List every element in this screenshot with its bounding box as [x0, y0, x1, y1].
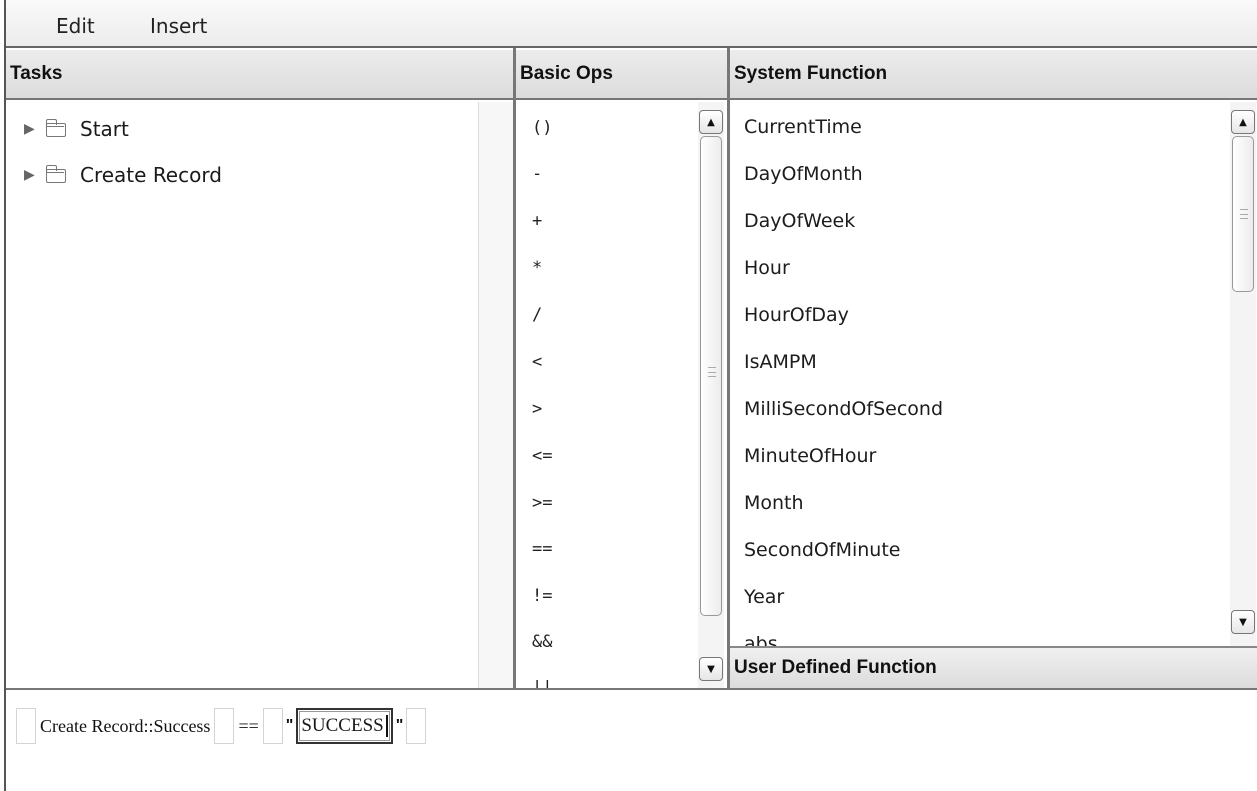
function-item[interactable]: Month — [744, 492, 804, 514]
op-item[interactable]: != — [532, 586, 552, 606]
grip-icon — [1240, 209, 1248, 219]
function-item[interactable]: Year — [744, 586, 784, 608]
op-item[interactable]: < — [532, 352, 542, 372]
grip-icon — [708, 367, 716, 377]
menu-edit[interactable]: Edit — [56, 14, 95, 38]
function-scrollbar[interactable]: ▲ ▼ — [1230, 102, 1256, 646]
scrollbar-thumb[interactable] — [700, 136, 722, 616]
user-defined-function-header[interactable]: User Defined Function — [730, 646, 1257, 688]
basic-ops-header: Basic Ops — [516, 50, 727, 100]
expression-builder-window: Edit Insert Tasks ▶ Start ▶ Create Recor… — [4, 0, 1257, 791]
function-item[interactable]: HourOfDay — [744, 304, 849, 326]
folder-icon — [45, 165, 66, 183]
tasks-scroll-track — [478, 102, 513, 688]
string-value-input[interactable]: SUCCESS — [296, 708, 393, 744]
op-item[interactable]: || — [532, 678, 552, 688]
op-item[interactable]: () — [532, 118, 552, 138]
function-item[interactable]: abs — [744, 633, 778, 646]
op-item[interactable]: <= — [532, 446, 552, 466]
system-function-list: CurrentTime DayOfMonth DayOfWeek Hour Ho… — [730, 102, 1257, 646]
tree-item-label: Create Record — [80, 163, 222, 187]
arrow-up-icon[interactable]: ▲ — [699, 110, 723, 134]
ops-scrollbar[interactable]: ▲ ▼ — [698, 102, 724, 688]
close-quote: " — [395, 717, 404, 734]
function-item[interactable]: DayOfWeek — [744, 210, 855, 232]
function-item[interactable]: MinuteOfHour — [744, 445, 876, 467]
function-item[interactable]: Hour — [744, 257, 790, 279]
op-item[interactable]: * — [532, 258, 542, 278]
tasks-tree: ▶ Start ▶ Create Record — [6, 102, 513, 688]
op-item[interactable]: && — [532, 632, 552, 652]
expression-operator-token[interactable]: == — [234, 708, 262, 744]
open-quote: " — [285, 717, 294, 734]
triangle-right-icon[interactable]: ▶ — [24, 121, 46, 137]
op-item[interactable]: > — [532, 399, 542, 419]
string-value-text: SUCCESS — [301, 715, 384, 736]
op-item[interactable]: == — [532, 539, 552, 559]
system-function-header: System Function — [730, 50, 1257, 100]
insert-slot[interactable] — [214, 708, 235, 744]
function-item[interactable]: CurrentTime — [744, 116, 862, 138]
op-item[interactable]: / — [532, 305, 542, 325]
function-item[interactable]: DayOfMonth — [744, 163, 863, 185]
arrow-down-icon[interactable]: ▼ — [699, 657, 723, 681]
tasks-header: Tasks — [6, 50, 513, 100]
text-caret — [385, 715, 388, 737]
function-item[interactable]: IsAMPM — [744, 351, 817, 373]
basic-ops-list: () - + * / < > <= >= == != && || ▲ ▼ — [516, 102, 727, 688]
triangle-right-icon[interactable]: ▶ — [24, 167, 46, 183]
tree-item-start[interactable]: ▶ Start — [24, 114, 129, 144]
menu-insert[interactable]: Insert — [150, 14, 207, 38]
insert-slot[interactable] — [406, 708, 427, 744]
expression-editor[interactable]: Create Record::Success == " SUCCESS " — [6, 688, 1257, 791]
tree-item-label: Start — [80, 117, 129, 141]
op-item[interactable]: >= — [532, 493, 552, 513]
folder-icon — [45, 119, 66, 137]
insert-slot[interactable] — [16, 708, 36, 744]
op-item[interactable]: + — [532, 211, 542, 231]
arrow-down-icon[interactable]: ▼ — [1231, 610, 1255, 634]
op-item[interactable]: - — [532, 164, 542, 184]
function-item[interactable]: SecondOfMinute — [744, 539, 900, 561]
function-item[interactable]: MilliSecondOfSecond — [744, 398, 943, 420]
menu-bar: Edit Insert — [6, 0, 1257, 48]
tree-item-create-record[interactable]: ▶ Create Record — [24, 160, 222, 190]
arrow-up-icon[interactable]: ▲ — [1231, 110, 1255, 134]
scrollbar-thumb[interactable] — [1232, 136, 1254, 292]
insert-slot[interactable] — [262, 708, 283, 744]
expression-task-token[interactable]: Create Record::Success — [36, 708, 214, 744]
expression-row: Create Record::Success == " SUCCESS " — [16, 708, 427, 744]
